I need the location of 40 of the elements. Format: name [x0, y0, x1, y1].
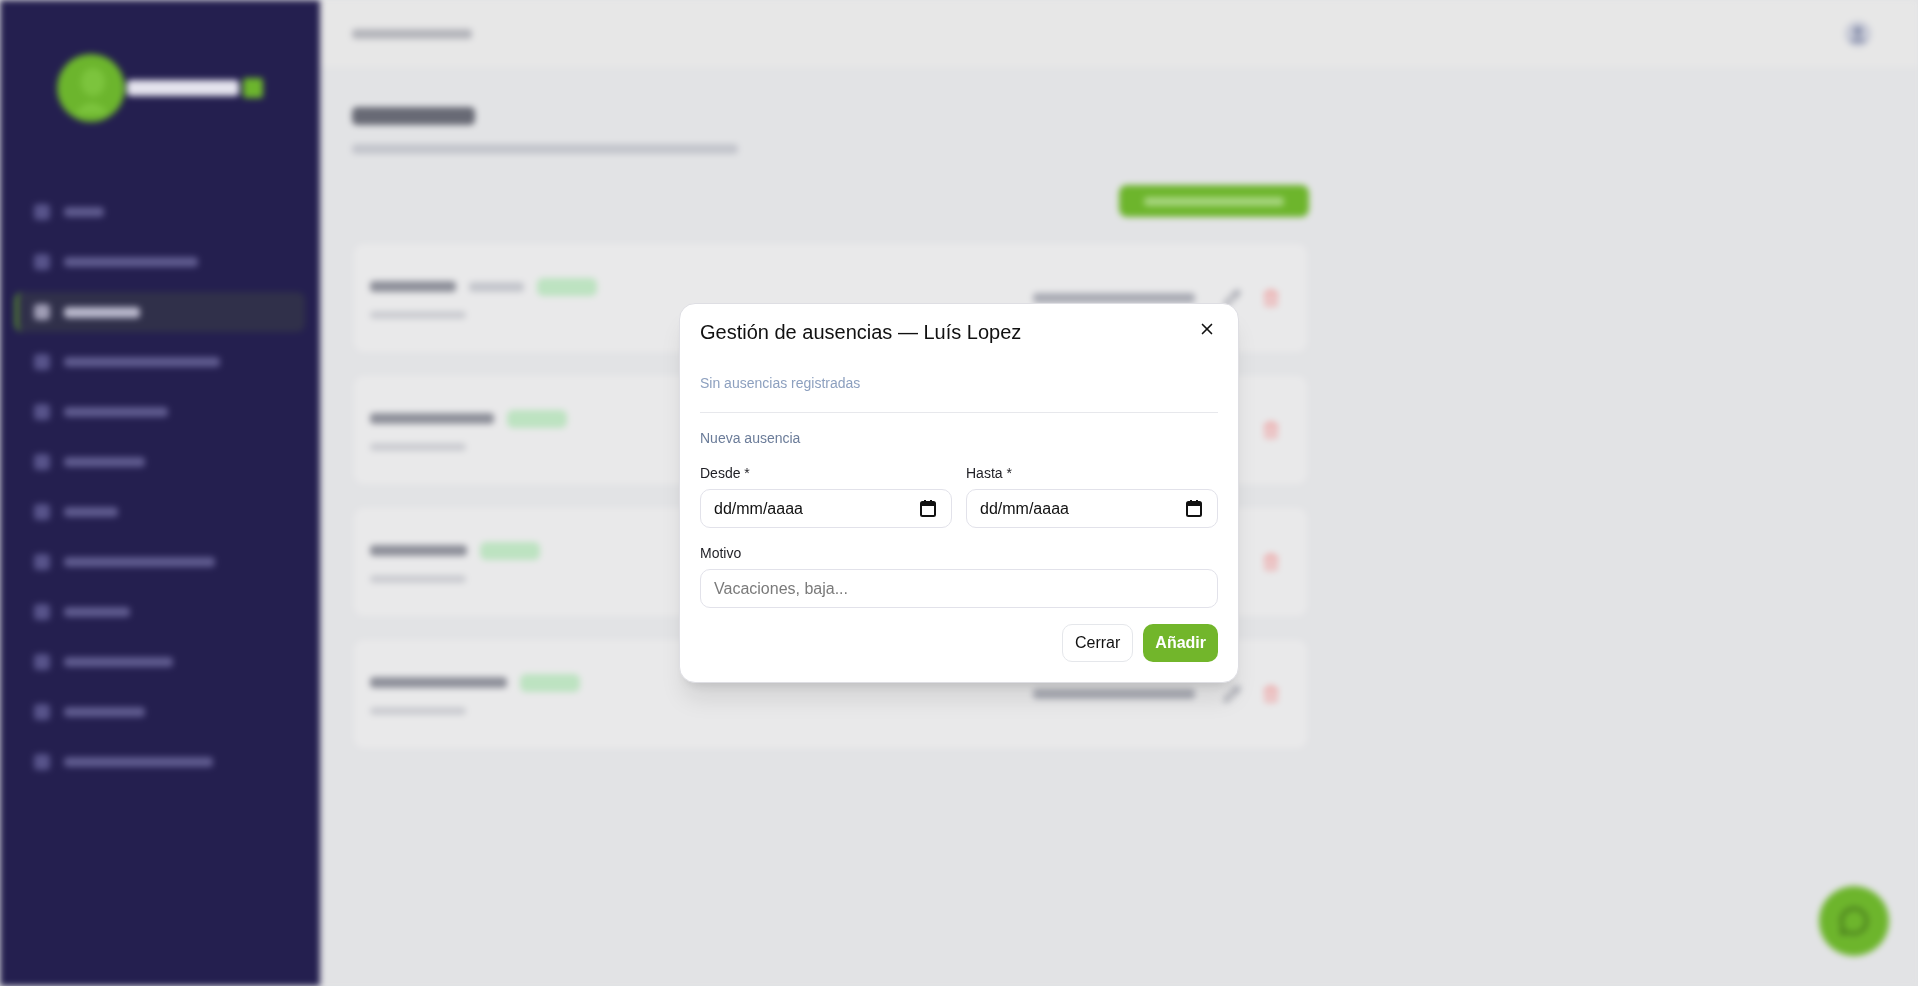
logo-icon	[57, 54, 263, 122]
blurred-icon	[34, 204, 50, 220]
trash-icon[interactable]	[1262, 421, 1280, 439]
section-title: Nueva ausencia	[700, 429, 802, 448]
blurred-badge	[507, 409, 567, 428]
field-label: Hasta *	[966, 464, 1013, 483]
blurred-icon	[34, 404, 50, 420]
date-field[interactable]: dd/mm/aaaa	[700, 489, 952, 528]
input-field[interactable]: Vacaciones, baja...	[700, 569, 1218, 608]
blurred-icon	[34, 604, 50, 620]
blurred-badge	[480, 541, 540, 560]
trash-icon[interactable]	[1262, 553, 1280, 571]
blurred-text-bar	[469, 281, 524, 292]
blurred-icon	[34, 654, 50, 670]
empty-message: Sin ausencias registradas	[700, 374, 862, 393]
trash-icon[interactable]	[1262, 685, 1280, 703]
blurred-icon	[34, 254, 50, 270]
blurred-icon	[34, 354, 50, 370]
calendar-icon[interactable]	[1186, 500, 1202, 517]
dialog-title: Gestión de ausencias — Luís Lopez	[700, 320, 1022, 345]
blurred-icon	[34, 554, 50, 570]
blurred-badge	[537, 277, 597, 296]
date-field[interactable]: dd/mm/aaaa	[966, 489, 1218, 528]
blurred-badge	[520, 673, 580, 692]
pencil-icon[interactable]	[1223, 685, 1241, 703]
blurred-icon	[34, 454, 50, 470]
avatar-icon[interactable]	[1845, 20, 1871, 47]
blurred-icon	[34, 754, 50, 770]
field-label: Desde *	[700, 464, 751, 483]
trash-icon[interactable]	[1262, 289, 1280, 307]
blurred-icon	[34, 304, 50, 320]
blurred-button[interactable]	[1119, 185, 1309, 217]
blurred-icon	[34, 504, 50, 520]
close-dialog-button[interactable]: Cerrar	[1062, 624, 1134, 662]
chat-button[interactable]	[1819, 886, 1889, 956]
calendar-icon[interactable]	[920, 500, 936, 517]
pencil-icon[interactable]	[1223, 289, 1241, 307]
chat-icon	[1839, 906, 1869, 936]
blurred-icon	[34, 704, 50, 720]
field-label: Motivo	[700, 544, 743, 563]
